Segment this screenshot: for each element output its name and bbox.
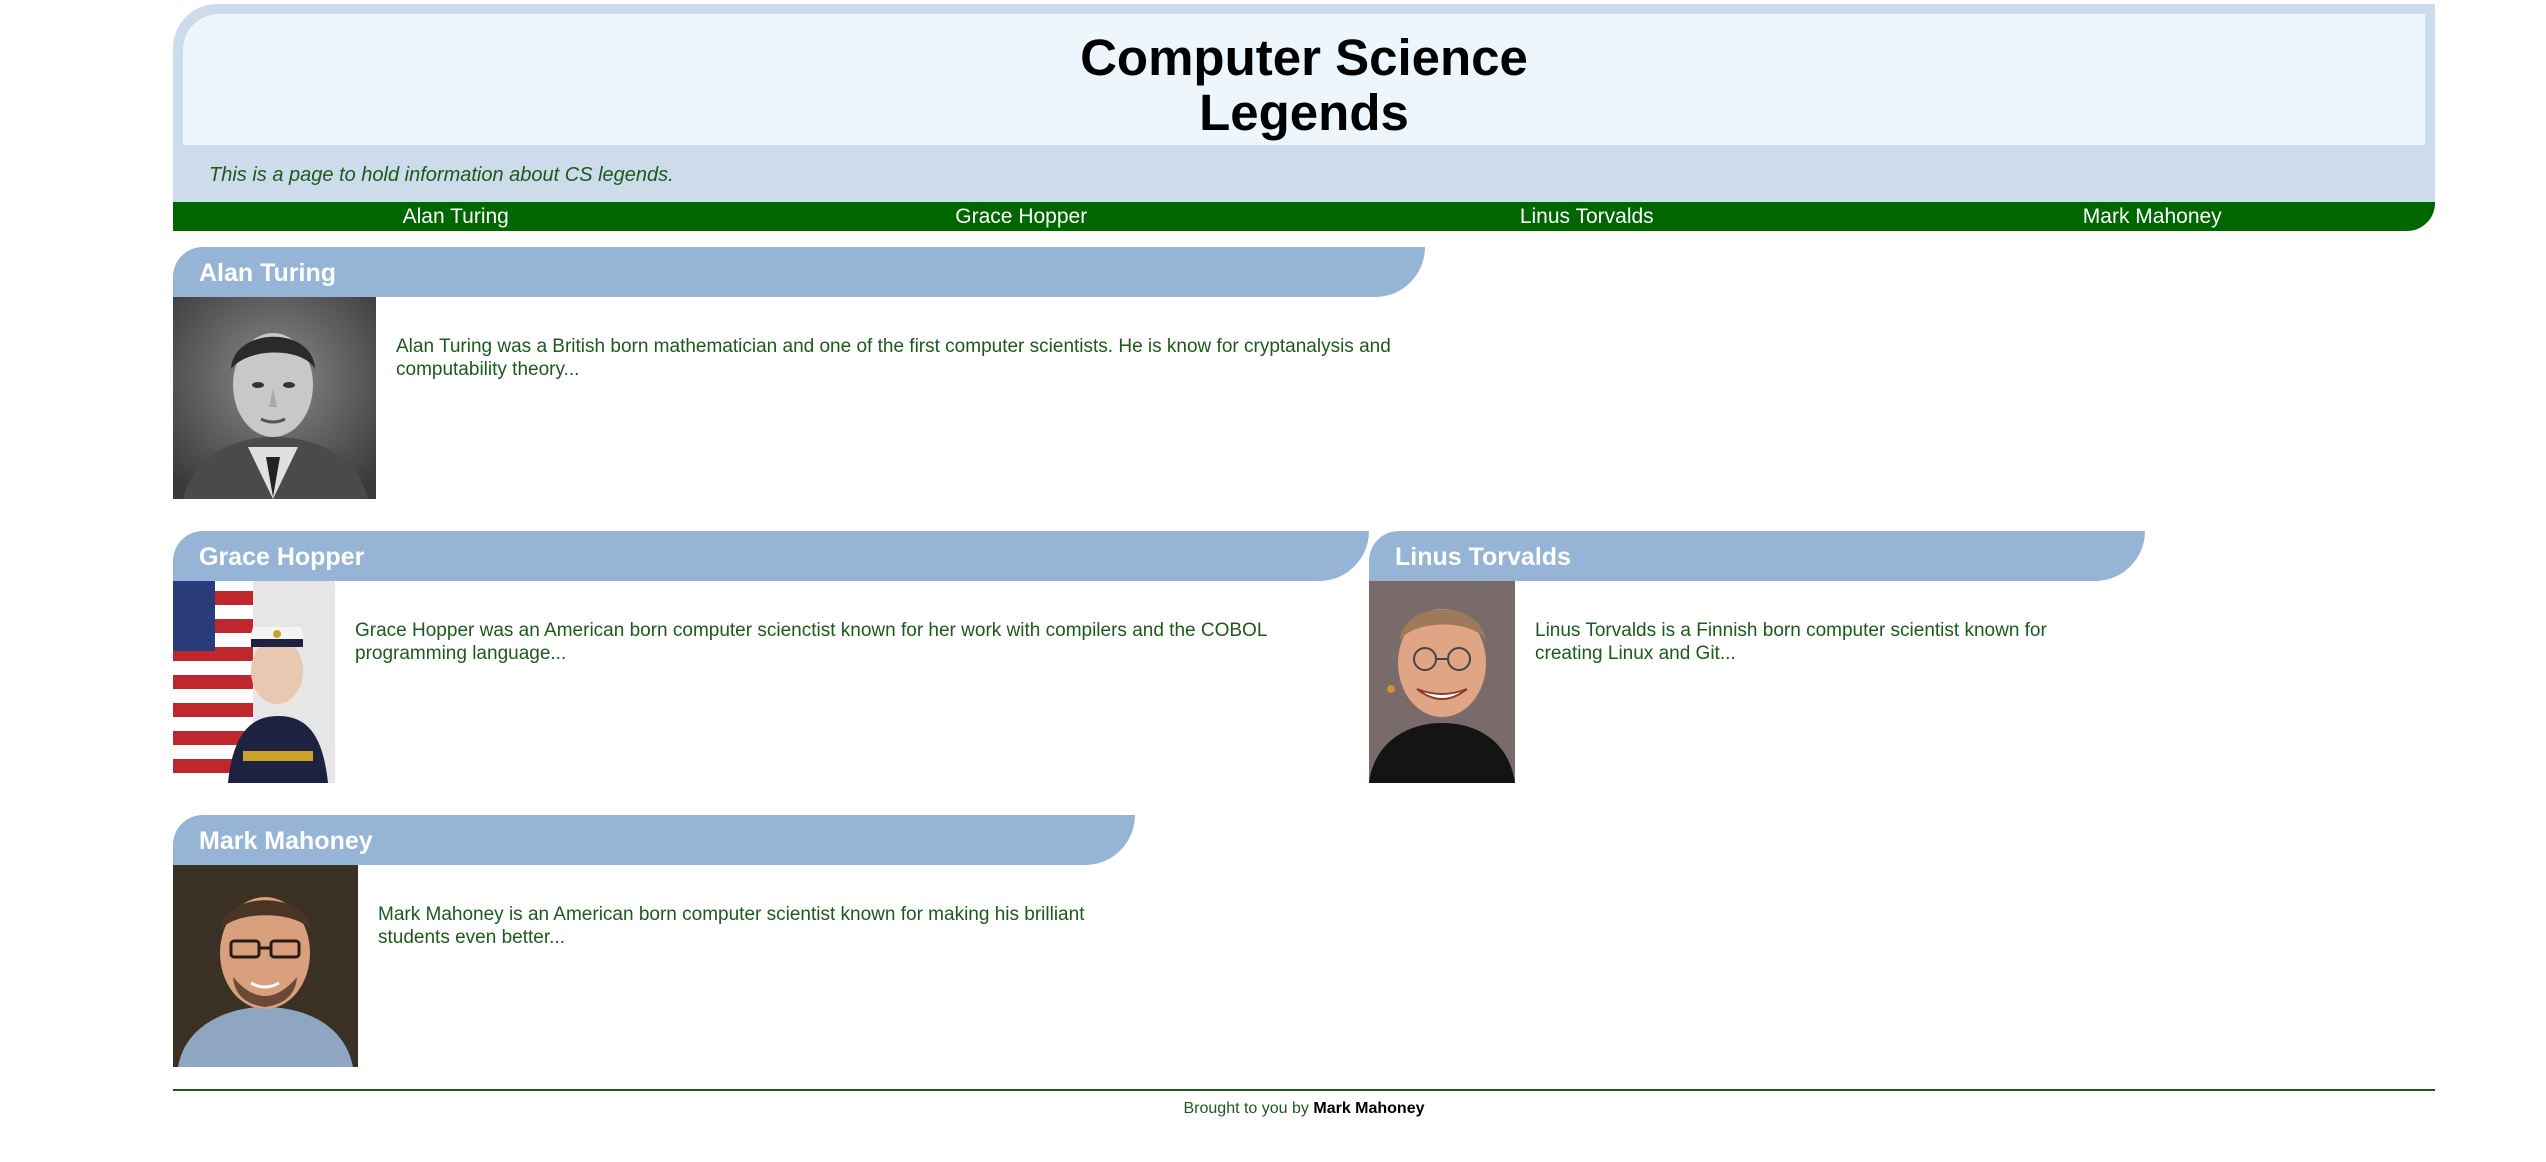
- portrait-linus-torvalds: [1369, 581, 1515, 783]
- footer-prefix: Brought to you by: [1183, 1100, 1314, 1117]
- page-footer: Brought to you by Mark Mahoney: [173, 1100, 2435, 1118]
- legend-bio: Alan Turing was a British born mathemati…: [396, 336, 1391, 380]
- legend-bio: Grace Hopper was an American born comput…: [355, 620, 1267, 664]
- portrait-mark-mahoney: [173, 865, 358, 1067]
- legend-card-grace-hopper: Grace Hopper Grace Hopper was an America…: [173, 531, 1369, 783]
- nav-bar: Alan Turing Grace Hopper Linus Torvalds …: [173, 202, 2435, 231]
- nav-link-alan-turing[interactable]: Alan Turing: [173, 202, 739, 231]
- page: Computer Science Legends This is a page …: [173, 4, 2435, 231]
- portrait-grace-hopper: [173, 581, 335, 783]
- legend-heading: Alan Turing: [173, 247, 1425, 297]
- page-tagline: This is a page to hold information about…: [209, 164, 674, 186]
- legend-bio: Mark Mahoney is an American born compute…: [378, 904, 1085, 948]
- title-panel: Computer Science Legends: [183, 14, 2425, 145]
- legend-card-alan-turing: Alan Turing Alan Turing was a British bo…: [173, 247, 1425, 499]
- nav-link-linus-torvalds[interactable]: Linus Torvalds: [1304, 202, 1870, 231]
- legend-card-mark-mahoney: Mark Mahoney Mark Mahoney is an American…: [173, 815, 1135, 1067]
- legend-card-linus-torvalds: Linus Torvalds Linus Torvalds is a Finni…: [1369, 531, 2145, 783]
- nav-link-grace-hopper[interactable]: Grace Hopper: [739, 202, 1305, 231]
- legend-bio: Linus Torvalds is a Finnish born compute…: [1535, 620, 2047, 664]
- legend-heading: Grace Hopper: [173, 531, 1369, 581]
- footer-author: Mark Mahoney: [1313, 1100, 1425, 1117]
- legend-heading: Linus Torvalds: [1369, 531, 2145, 581]
- page-title: Computer Science Legends: [1080, 29, 1528, 141]
- page-header: Computer Science Legends This is a page …: [173, 4, 2435, 202]
- portrait-alan-turing: [173, 297, 376, 499]
- footer-divider: [173, 1089, 2435, 1091]
- legend-heading: Mark Mahoney: [173, 815, 1135, 865]
- nav-link-mark-mahoney[interactable]: Mark Mahoney: [1870, 202, 2436, 231]
